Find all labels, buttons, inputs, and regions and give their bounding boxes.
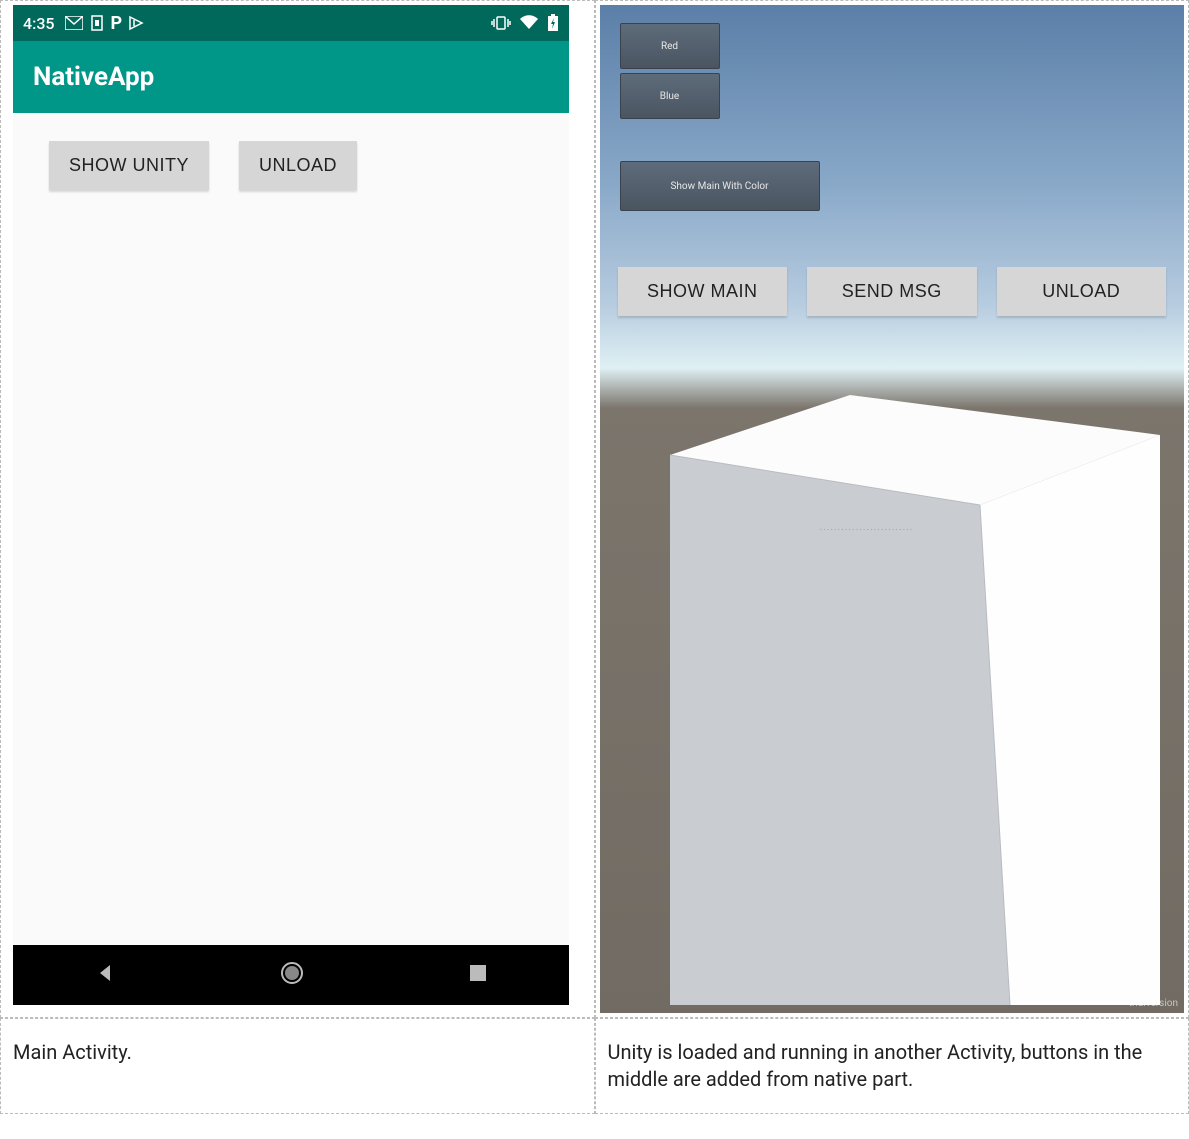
android-nav-bar xyxy=(13,945,569,1005)
show-unity-button[interactable]: SHOW UNITY xyxy=(49,141,209,190)
unity-blue-label: Blue xyxy=(660,91,679,102)
unity-red-label: Red xyxy=(661,41,678,52)
unload-unity-button[interactable]: UNLOAD xyxy=(997,267,1167,316)
left-panel: 4:35 P xyxy=(0,0,595,1018)
p-icon: P xyxy=(111,13,123,34)
app-bar: NativeApp xyxy=(13,41,569,113)
unity-blue-button[interactable]: Blue xyxy=(620,73,720,119)
unity-show-main-color-button[interactable]: Show Main With Color xyxy=(620,161,820,211)
unity-cube xyxy=(670,385,1160,1005)
right-panel: Red Blue Show Main With Color SHOW MAIN … xyxy=(595,0,1189,1018)
battery-charging-icon xyxy=(547,14,559,32)
cube-overlay-text: ·························· xyxy=(820,525,914,536)
unity-red-button[interactable]: Red xyxy=(620,23,720,69)
nav-home-icon[interactable] xyxy=(279,960,305,990)
native-button-row: SHOW MAIN SEND MSG UNLOAD xyxy=(618,267,1167,316)
wifi-icon xyxy=(519,15,539,31)
nav-back-icon[interactable] xyxy=(94,962,116,988)
vibrate-icon xyxy=(491,15,511,31)
app-title: NativeApp xyxy=(33,62,154,92)
left-caption: Main Activity. xyxy=(0,1018,595,1114)
unity-show-main-color-label: Show Main With Color xyxy=(670,181,768,192)
status-bar: 4:35 P xyxy=(13,5,569,41)
unity-view: Red Blue Show Main With Color SHOW MAIN … xyxy=(600,5,1185,1013)
unload-button[interactable]: UNLOAD xyxy=(239,141,357,190)
status-time: 4:35 xyxy=(23,14,55,33)
nav-recent-icon[interactable] xyxy=(468,963,488,987)
main-content: SHOW UNITY UNLOAD xyxy=(13,113,569,218)
unity-watermark: trialversion xyxy=(1129,998,1178,1009)
play-icon xyxy=(128,15,144,31)
android-phone-frame: 4:35 P xyxy=(13,5,569,1005)
right-caption: Unity is loaded and running in another A… xyxy=(595,1018,1189,1114)
show-main-button[interactable]: SHOW MAIN xyxy=(618,267,788,316)
send-msg-button[interactable]: SEND MSG xyxy=(807,267,977,316)
sim-icon xyxy=(91,15,103,31)
mail-icon xyxy=(65,16,83,30)
